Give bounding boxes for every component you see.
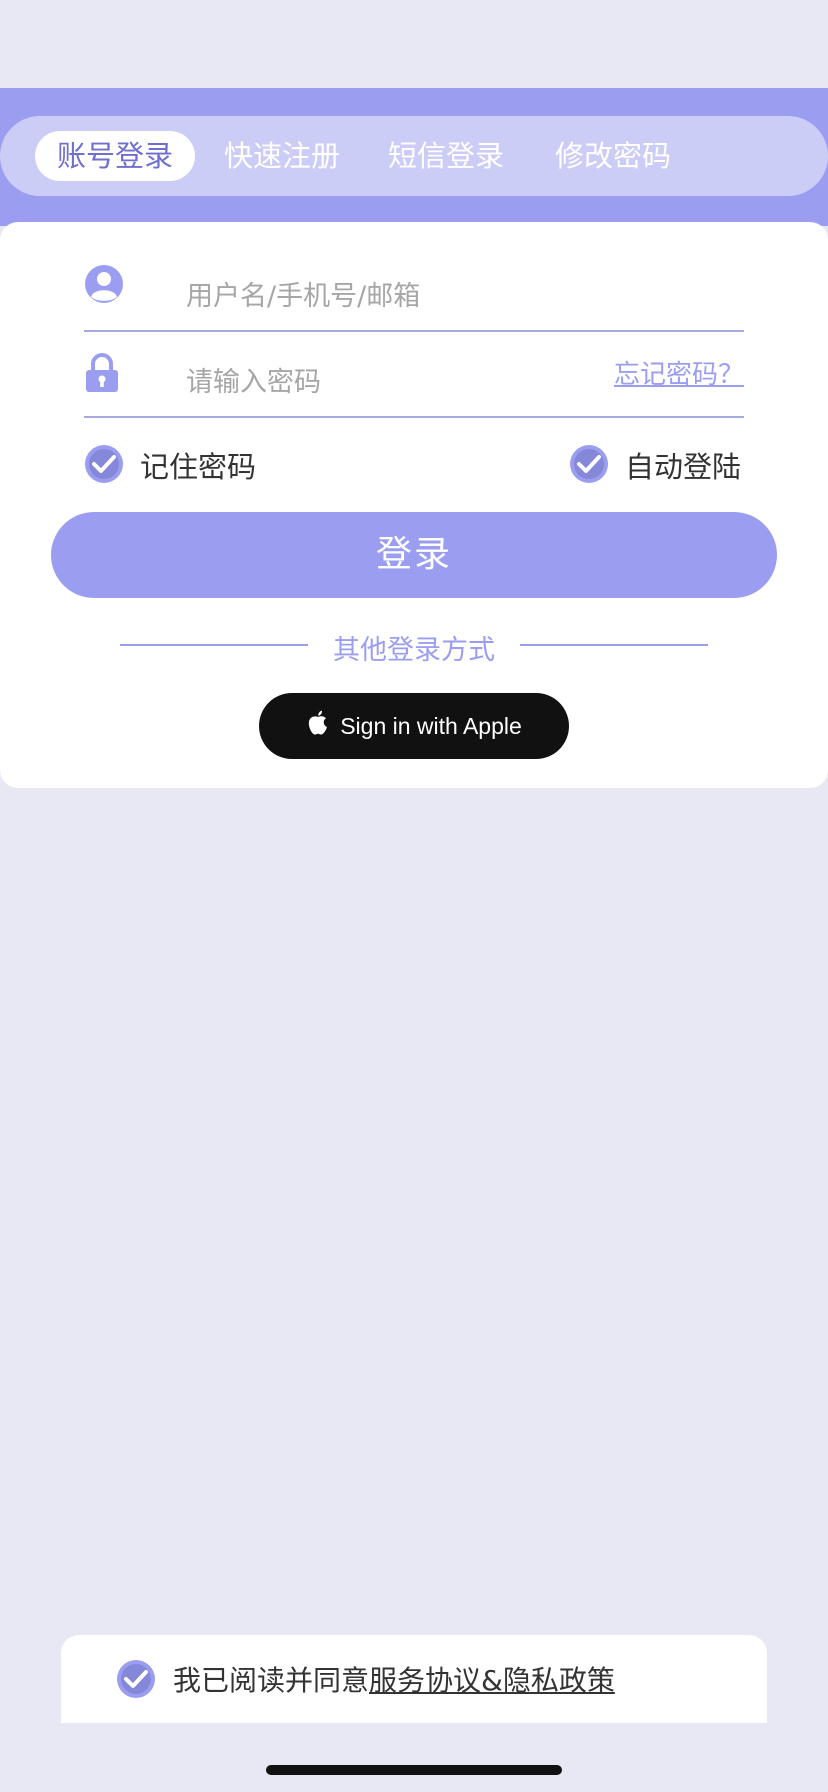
apple-button-label: Sign in with Apple xyxy=(340,712,522,739)
check-icon xyxy=(85,445,123,483)
remember-password-checkbox[interactable] xyxy=(84,444,124,484)
username-field[interactable]: 用户名/手机号/邮箱 xyxy=(84,264,744,332)
apple-icon xyxy=(306,709,330,743)
agreement-checkbox[interactable] xyxy=(116,1659,156,1699)
tab-change-password[interactable]: 修改密码 xyxy=(555,131,671,181)
divider-right xyxy=(520,644,708,646)
forgot-password-link[interactable]: 忘记密码？ xyxy=(614,354,744,391)
login-button[interactable]: 登录 xyxy=(51,512,777,598)
agreement-prefix: 我已阅读并同意 xyxy=(173,1664,370,1697)
check-icon xyxy=(117,1660,155,1698)
auto-login-checkbox[interactable] xyxy=(569,444,609,484)
agreement-link[interactable]: 服务协议&隐私政策 xyxy=(369,1664,615,1697)
lock-icon xyxy=(84,352,120,398)
tab-account-login[interactable]: 账号登录 xyxy=(35,131,196,181)
check-icon xyxy=(570,445,608,483)
other-login-label: 其他登录方式 xyxy=(333,635,495,666)
tab-sms-login[interactable]: 短信登录 xyxy=(388,131,504,181)
agreement-bar: 我已阅读并同意服务协议&隐私政策 xyxy=(61,1635,767,1723)
username-placeholder: 用户名/手机号/邮箱 xyxy=(186,281,421,312)
home-indicator[interactable] xyxy=(266,1765,562,1775)
user-icon xyxy=(84,264,124,308)
auto-login-label: 自动登陆 xyxy=(625,450,742,484)
tab-quick-register[interactable]: 快速注册 xyxy=(224,131,340,181)
tab-bar: 账号登录 快速注册 短信登录 修改密码 xyxy=(0,116,828,196)
remember-password-label: 记住密码 xyxy=(140,450,257,484)
password-placeholder: 请输入密码 xyxy=(186,367,321,398)
password-field[interactable]: 请输入密码 忘记密码？ xyxy=(84,352,744,418)
sign-in-with-apple-button[interactable]: Sign in with Apple xyxy=(259,693,569,759)
agreement-text: 我已阅读并同意服务协议&隐私政策 xyxy=(173,1659,615,1699)
